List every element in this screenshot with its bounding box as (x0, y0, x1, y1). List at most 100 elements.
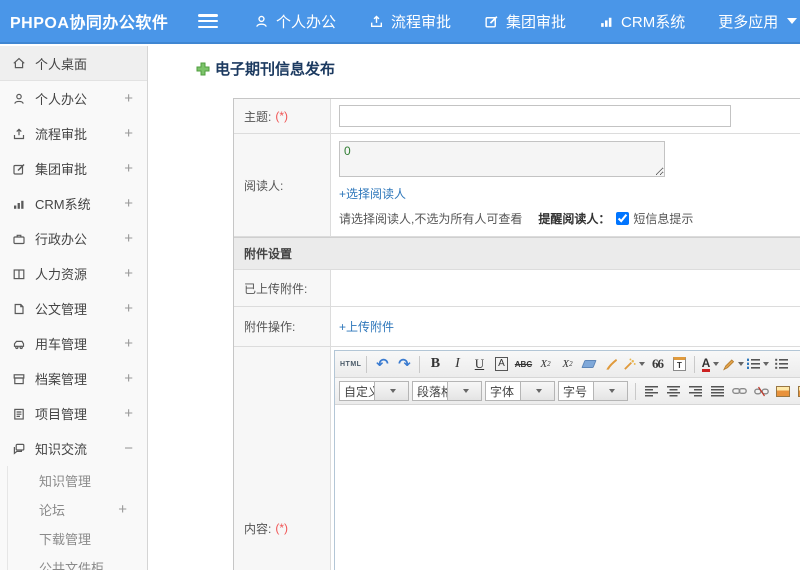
nav-personal-office[interactable]: 个人办公 (254, 11, 336, 32)
expand-toggle[interactable]: + (124, 300, 133, 317)
redo-button[interactable]: ↷ (394, 354, 414, 374)
unordered-list-button[interactable] (771, 354, 791, 374)
eraser-icon (581, 360, 598, 368)
quick-format-button[interactable] (623, 354, 646, 374)
format-painter-button[interactable] (601, 354, 621, 374)
toolbar-separator (635, 382, 636, 400)
expand-toggle[interactable]: + (124, 335, 133, 352)
ordered-list-button[interactable] (746, 354, 770, 374)
nav-label: CRM系统 (621, 13, 686, 31)
blockquote-button[interactable]: 66 (647, 354, 667, 374)
bar-chart-icon (601, 17, 612, 27)
align-justify-button[interactable] (707, 381, 727, 401)
expand-toggle[interactable]: + (118, 501, 127, 518)
sidebar-item-admin-office[interactable]: 行政办公 + (0, 221, 147, 256)
paste-as-text-button[interactable]: T (669, 354, 689, 374)
align-left-icon (644, 385, 658, 396)
sidebar-subitem-forum[interactable]: 论坛 + (8, 495, 147, 524)
font-family-select[interactable]: 字体 (485, 381, 555, 401)
strikethrough-button[interactable]: ABC (513, 354, 533, 374)
sms-tip-checkbox[interactable] (616, 212, 630, 225)
sidebar-item-personal-office[interactable]: 个人办公 + (0, 81, 147, 116)
insert-media-button[interactable] (795, 381, 800, 401)
text-style-button[interactable]: A (491, 354, 511, 374)
sidebar-item-human-resources[interactable]: 人力资源 + (0, 256, 147, 291)
bold-button[interactable]: B (425, 354, 445, 374)
align-justify-icon (710, 385, 724, 396)
subscript-button[interactable]: X2 (557, 354, 577, 374)
expand-toggle[interactable]: + (124, 405, 133, 422)
caret-down-icon (639, 362, 646, 366)
image-icon (776, 385, 790, 397)
reader-textarea[interactable]: 0 (339, 141, 665, 177)
expand-toggle[interactable]: + (124, 125, 133, 142)
content-value-cell: HTML ↶ ↷ B I U A ABC X2 X2 66 T A 自定 段落 … (331, 347, 800, 570)
italic-button[interactable]: I (447, 354, 467, 374)
nav-group-approval[interactable]: 集团审批 (484, 11, 566, 32)
sidebar-item-label: 档案管理 (35, 372, 88, 387)
sidebar-item-project-management[interactable]: 项目管理 + (0, 396, 147, 431)
sidebar-item-personal-desktop[interactable]: 个人桌面 (0, 46, 147, 81)
remove-link-button[interactable] (751, 381, 771, 401)
sidebar-item-label: 公文管理 (35, 302, 88, 317)
sidebar-item-workflow-approval[interactable]: 流程审批 + (0, 116, 147, 151)
editor-content-area[interactable] (335, 405, 800, 570)
align-center-button[interactable] (663, 381, 683, 401)
undo-button[interactable]: ↶ (372, 354, 392, 374)
publish-form: 主题: (*) 阅读人: 0 +选择阅读人 请选择阅读人,不选为所有人可查看 提… (233, 98, 800, 570)
expand-toggle[interactable]: + (124, 370, 133, 387)
content-row: 内容: (*) HTML ↶ ↷ B I U A ABC X 2 X 2 66 … (234, 347, 800, 570)
expand-toggle[interactable]: + (124, 230, 133, 247)
expand-toggle[interactable]: + (124, 90, 133, 107)
sidebar-item-knowledge-exchange[interactable]: 知识交流 − (0, 431, 147, 466)
html-source-button[interactable]: HTML (340, 354, 361, 374)
sidebar-item-vehicle-management[interactable]: 用车管理 + (0, 326, 147, 361)
collapse-toggle[interactable]: − (124, 440, 133, 457)
align-right-button[interactable] (685, 381, 705, 401)
app-logo[interactable]: PHPOA协同办公软件 (0, 9, 198, 33)
editor-toolbar-row2: 自定义标题 段落格式 字体 (335, 378, 800, 405)
sidebar-subitem-knowledge-management[interactable]: 知识管理 (8, 466, 147, 495)
insert-link-button[interactable] (729, 381, 749, 401)
rich-text-editor: HTML ↶ ↷ B I U A ABC X2 X2 66 T A 自定 段落 … (334, 350, 800, 570)
sidebar-item-label: 用车管理 (35, 337, 88, 352)
expand-toggle[interactable]: + (124, 265, 133, 282)
menu-toggle-icon[interactable] (198, 14, 218, 28)
caret-down-icon (446, 382, 481, 400)
knowledge-submenu: 知识管理 论坛 + 下载管理 公共文件柜 (7, 466, 147, 570)
sidebar-item-crm-system[interactable]: CRM系统 + (0, 186, 147, 221)
expand-toggle[interactable]: + (124, 160, 133, 177)
select-value: 段落格式 (417, 384, 447, 399)
underline-button[interactable]: U (469, 354, 489, 374)
font-color-button[interactable]: A (700, 354, 720, 374)
sidebar-item-label: 行政办公 (35, 232, 88, 247)
upload-attachment-link[interactable]: +上传附件 (339, 318, 394, 335)
highlight-color-button[interactable] (722, 354, 745, 374)
sidebar-subitem-public-file-cabinet[interactable]: 公共文件柜 (8, 553, 147, 570)
paste-text-icon: T (672, 357, 686, 371)
remove-format-button[interactable] (579, 354, 599, 374)
subject-input[interactable] (339, 105, 731, 127)
insert-image-button[interactable] (773, 381, 793, 401)
expand-toggle[interactable]: + (124, 195, 133, 212)
nav-more-apps[interactable]: 更多应用 (718, 11, 798, 32)
sidebar: 个人桌面 个人办公 + 流程审批 + 集团审批 + CRM系统 + 行政办公 + (0, 46, 148, 570)
font-size-select[interactable]: 字号 (558, 381, 628, 401)
sidebar-item-document-management[interactable]: 公文管理 + (0, 291, 147, 326)
sidebar-item-group-approval[interactable]: 集团审批 + (0, 151, 147, 186)
nav-crm-system[interactable]: CRM系统 (599, 11, 685, 32)
uploaded-attachment-row: 已上传附件: (234, 270, 800, 307)
toolbar-separator (366, 355, 368, 373)
heading-style-select[interactable]: 自定义标题 (339, 381, 409, 401)
required-mark: (*) (275, 109, 289, 123)
align-left-button[interactable] (641, 381, 661, 401)
sidebar-item-archive-management[interactable]: 档案管理 + (0, 361, 147, 396)
bar-chart-icon (14, 200, 24, 209)
sidebar-subitem-download-management[interactable]: 下载管理 (8, 524, 147, 553)
paragraph-format-select[interactable]: 段落格式 (412, 381, 482, 401)
superscript-button[interactable]: X2 (535, 354, 555, 374)
sidebar-item-label: CRM系统 (35, 197, 91, 212)
choose-reader-link[interactable]: +选择阅读人 (339, 185, 406, 202)
edit-approval-icon (485, 15, 498, 28)
nav-workflow-approval[interactable]: 流程审批 (369, 11, 451, 32)
